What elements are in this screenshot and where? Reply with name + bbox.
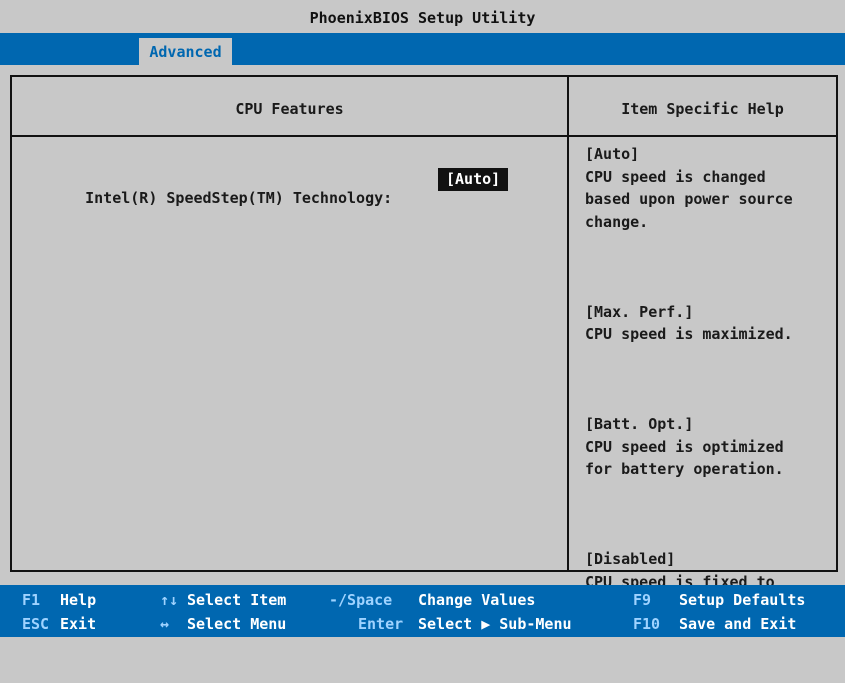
help-title-disabled: [Disabled] [585,550,676,568]
action-setup-defaults: Setup Defaults [679,591,806,609]
action-change-values: Change Values [418,591,536,609]
setting-label: Intel(R) SpeedStep(TM) Technology: [85,189,393,207]
setting-speedstep[interactable]: Intel(R) SpeedStep(TM) Technology: [Auto… [49,168,509,243]
key-space: -/Space [329,591,393,609]
action-select-menu: Select Menu [187,615,287,633]
key-f1: F1 [22,591,41,609]
menu-bar: Advanced [0,33,845,65]
help-auto: [Auto] CPU speed is changed based upon p… [585,143,830,233]
window-title: PhoenixBIOS Setup Utility [0,0,845,33]
action-exit: Exit [60,615,97,633]
help-text-battopt: CPU speed is optimized for battery opera… [585,437,784,479]
tab-advanced[interactable]: Advanced [139,38,232,65]
status-row-2: ESC Exit ↔ Select Menu Enter Select ▶ Su… [0,612,845,636]
key-updown: ↑↓ [160,591,179,609]
action-select-item: Select Item [187,591,287,609]
section-title: CPU Features [235,100,344,118]
setting-value[interactable]: [Auto] [438,168,509,191]
key-leftright: ↔ [160,615,170,633]
action-help: Help [60,591,97,609]
help-title-maxperf: [Max. Perf.] [585,302,694,321]
key-f10: F10 [633,615,661,633]
action-save-exit: Save and Exit [679,615,797,633]
help-title-battopt: [Batt. Opt.] [585,415,694,433]
action-select-submenu: Select ▶ Sub-Menu [418,615,572,633]
key-enter: Enter [358,615,404,633]
panel-divider [567,77,569,570]
key-esc: ESC [22,615,50,633]
status-bar: F1 Help ↑↓ Select Item -/Space Change Va… [0,585,845,637]
help-battopt: [Batt. Opt.] CPU speed is optimized for … [585,413,830,481]
help-text-auto: CPU speed is changed based upon power so… [585,167,793,231]
status-row-1: F1 Help ↑↓ Select Item -/Space Change Va… [0,588,845,612]
key-f9: F9 [633,591,652,609]
help-title-auto: [Auto] [585,145,640,163]
help-maxperf: [Max. Perf.] CPU speed is maximized. [585,301,830,346]
help-text-maxperf: CPU speed is maximized. [585,325,793,343]
